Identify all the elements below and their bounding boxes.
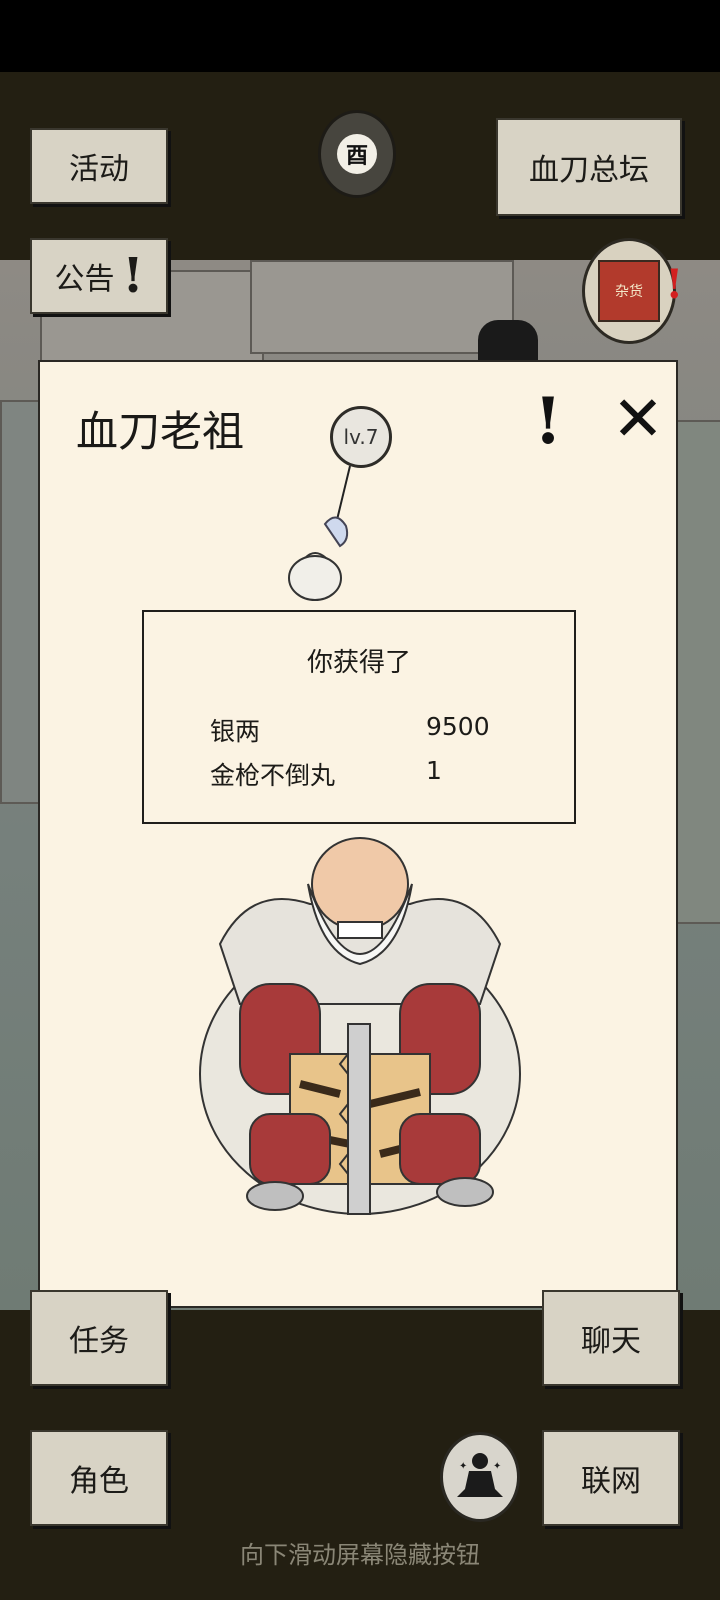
character-button[interactable]: 角色 bbox=[30, 1430, 168, 1526]
loot-bag-icon bbox=[288, 465, 351, 601]
time-badge-label: 酉 bbox=[337, 134, 377, 174]
reward-item-name: 金枪不倒丸 bbox=[210, 761, 336, 790]
meditation-icon[interactable]: ✦ ✦ bbox=[440, 1432, 520, 1522]
shop-alert-icon: ! bbox=[665, 261, 683, 308]
reward-item-qty: 1 bbox=[426, 756, 442, 785]
reward-row: 金枪不倒丸 1 bbox=[210, 756, 530, 792]
tasks-button[interactable]: 任务 bbox=[30, 1290, 168, 1386]
notice-label: 公告 bbox=[54, 262, 115, 297]
hide-buttons-hint: 向下滑动屏幕隐藏按钮 bbox=[240, 1541, 480, 1569]
events-label: 活动 bbox=[69, 152, 129, 187]
meditation-figure: ✦ ✦ bbox=[457, 1453, 503, 1497]
close-icon[interactable]: ✕ bbox=[612, 382, 664, 455]
status-bar bbox=[0, 0, 720, 72]
alert-icon[interactable]: ! bbox=[534, 384, 562, 459]
dialog-title: 血刀老祖 bbox=[76, 407, 245, 456]
reward-row: 银两 9500 bbox=[210, 712, 530, 748]
guild-label: 血刀总坛 bbox=[529, 153, 649, 188]
shop-icon[interactable]: 杂货 ! bbox=[582, 238, 683, 344]
time-badge[interactable]: 酉 bbox=[318, 110, 396, 198]
level-badge: lv.7 bbox=[330, 406, 392, 468]
svg-text:✦: ✦ bbox=[493, 1461, 501, 1472]
chat-button[interactable]: 聊天 bbox=[542, 1290, 680, 1386]
alert-icon: ! bbox=[122, 248, 144, 304]
svg-text:✦: ✦ bbox=[459, 1461, 467, 1472]
boss-dialog: 血刀老祖 lv.7 ! ✕ 你获得了 银两 9500 金枪不倒丸 1 bbox=[38, 360, 678, 1308]
tasks-label: 任务 bbox=[69, 1324, 129, 1359]
chat-label: 聊天 bbox=[581, 1324, 641, 1359]
cave-opening bbox=[478, 320, 538, 360]
rock-wall bbox=[250, 260, 514, 354]
reward-title: 你获得了 bbox=[306, 648, 411, 678]
online-button[interactable]: 联网 bbox=[542, 1430, 680, 1526]
notice-button[interactable]: 公告 ! bbox=[30, 238, 168, 314]
reward-panel: 你获得了 银两 9500 金枪不倒丸 1 bbox=[142, 610, 576, 824]
shop-sign: 杂货 bbox=[598, 260, 660, 322]
online-label: 联网 bbox=[581, 1464, 641, 1499]
reward-item-name: 银两 bbox=[210, 717, 261, 746]
boss-portrait bbox=[199, 837, 521, 1215]
guild-button[interactable]: 血刀总坛 bbox=[496, 118, 682, 216]
character-label: 角色 bbox=[69, 1464, 129, 1499]
events-button[interactable]: 活动 bbox=[30, 128, 168, 204]
reward-item-qty: 9500 bbox=[426, 712, 490, 741]
